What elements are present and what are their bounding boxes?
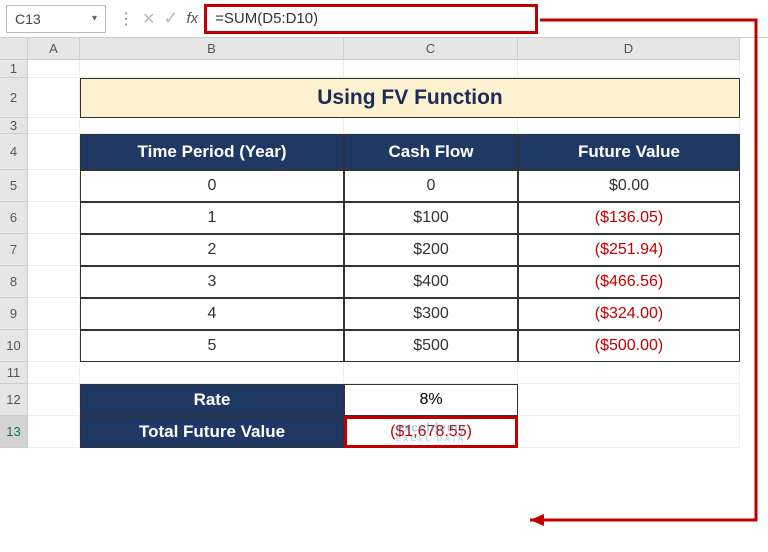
cell[interactable] bbox=[80, 60, 344, 78]
formula-controls: ⋮ ✕ ✓ fx bbox=[112, 8, 204, 29]
formula-bar[interactable]: =SUM(D5:D10) bbox=[204, 4, 538, 34]
table-cell-cash[interactable]: $300 bbox=[344, 298, 518, 330]
cell[interactable] bbox=[28, 60, 80, 78]
cell[interactable] bbox=[28, 416, 80, 448]
cell[interactable] bbox=[28, 298, 80, 330]
cell[interactable] bbox=[344, 118, 518, 134]
name-box-value: C13 bbox=[15, 11, 41, 27]
fx-icon[interactable]: fx bbox=[187, 10, 199, 27]
row-header[interactable]: 6 bbox=[0, 202, 28, 234]
cell[interactable] bbox=[28, 330, 80, 362]
cell[interactable] bbox=[28, 134, 80, 170]
title-banner: Using FV Function bbox=[80, 78, 740, 118]
col-header[interactable]: C bbox=[344, 38, 518, 60]
table-cell-cash[interactable]: $200 bbox=[344, 234, 518, 266]
cell[interactable] bbox=[28, 266, 80, 298]
col-header[interactable]: A bbox=[28, 38, 80, 60]
row-header[interactable]: 3 bbox=[0, 118, 28, 134]
col-header[interactable]: B bbox=[80, 38, 344, 60]
formula-bar-row: C13 ▾ ⋮ ✕ ✓ fx =SUM(D5:D10) bbox=[0, 0, 768, 38]
table-header: Future Value bbox=[518, 134, 740, 170]
total-future-value-label: Total Future Value bbox=[80, 416, 344, 448]
table-header: Cash Flow bbox=[344, 134, 518, 170]
table-cell-cash[interactable]: $500 bbox=[344, 330, 518, 362]
row-header[interactable]: 10 bbox=[0, 330, 28, 362]
spreadsheet-grid[interactable]: ABCD12Using FV Function34Time Period (Ye… bbox=[0, 38, 768, 448]
cell[interactable] bbox=[518, 60, 740, 78]
name-box[interactable]: C13 ▾ bbox=[6, 5, 106, 33]
cell[interactable] bbox=[518, 118, 740, 134]
cancel-icon[interactable]: ✕ bbox=[142, 9, 155, 29]
cell[interactable] bbox=[28, 202, 80, 234]
cell[interactable] bbox=[344, 362, 518, 384]
cell[interactable] bbox=[28, 78, 80, 118]
table-cell-fv[interactable]: ($466.56) bbox=[518, 266, 740, 298]
table-cell-period[interactable]: 0 bbox=[80, 170, 344, 202]
cell[interactable] bbox=[518, 362, 740, 384]
table-cell-fv[interactable]: ($324.00) bbox=[518, 298, 740, 330]
chevron-down-icon[interactable]: ▾ bbox=[92, 13, 97, 24]
cell[interactable] bbox=[518, 384, 740, 416]
select-all[interactable] bbox=[0, 38, 28, 60]
more-icon: ⋮ bbox=[118, 9, 134, 29]
cell[interactable] bbox=[80, 362, 344, 384]
table-cell-period[interactable]: 5 bbox=[80, 330, 344, 362]
cell[interactable] bbox=[28, 362, 80, 384]
table-cell-fv[interactable]: $0.00 bbox=[518, 170, 740, 202]
row-header[interactable]: 9 bbox=[0, 298, 28, 330]
cell[interactable] bbox=[28, 384, 80, 416]
table-cell-cash[interactable]: $100 bbox=[344, 202, 518, 234]
watermark: exceldemyEXCEL DATA bbox=[396, 421, 466, 444]
cell[interactable] bbox=[28, 234, 80, 266]
formula-text: =SUM(D5:D10) bbox=[215, 10, 318, 27]
table-cell-fv[interactable]: ($500.00) bbox=[518, 330, 740, 362]
rate-value[interactable]: 8% bbox=[344, 384, 518, 416]
total-future-value-cell[interactable]: ($1,678.55)exceldemyEXCEL DATA bbox=[344, 416, 518, 448]
cell[interactable] bbox=[28, 118, 80, 134]
cell[interactable] bbox=[344, 60, 518, 78]
table-cell-period[interactable]: 3 bbox=[80, 266, 344, 298]
row-header[interactable]: 1 bbox=[0, 60, 28, 78]
table-cell-period[interactable]: 2 bbox=[80, 234, 344, 266]
rate-label: Rate bbox=[80, 384, 344, 416]
cell[interactable] bbox=[28, 170, 80, 202]
table-cell-fv[interactable]: ($251.94) bbox=[518, 234, 740, 266]
table-cell-period[interactable]: 4 bbox=[80, 298, 344, 330]
table-cell-period[interactable]: 1 bbox=[80, 202, 344, 234]
cell[interactable] bbox=[518, 416, 740, 448]
table-cell-cash[interactable]: 0 bbox=[344, 170, 518, 202]
row-header[interactable]: 13 bbox=[0, 416, 28, 448]
row-header[interactable]: 11 bbox=[0, 362, 28, 384]
table-header: Time Period (Year) bbox=[80, 134, 344, 170]
col-header[interactable]: D bbox=[518, 38, 740, 60]
row-header[interactable]: 7 bbox=[0, 234, 28, 266]
row-header[interactable]: 5 bbox=[0, 170, 28, 202]
accept-icon[interactable]: ✓ bbox=[163, 8, 178, 29]
row-header[interactable]: 4 bbox=[0, 134, 28, 170]
table-cell-fv[interactable]: ($136.05) bbox=[518, 202, 740, 234]
table-cell-cash[interactable]: $400 bbox=[344, 266, 518, 298]
row-header[interactable]: 12 bbox=[0, 384, 28, 416]
row-header[interactable]: 2 bbox=[0, 78, 28, 118]
cell[interactable] bbox=[80, 118, 344, 134]
row-header[interactable]: 8 bbox=[0, 266, 28, 298]
